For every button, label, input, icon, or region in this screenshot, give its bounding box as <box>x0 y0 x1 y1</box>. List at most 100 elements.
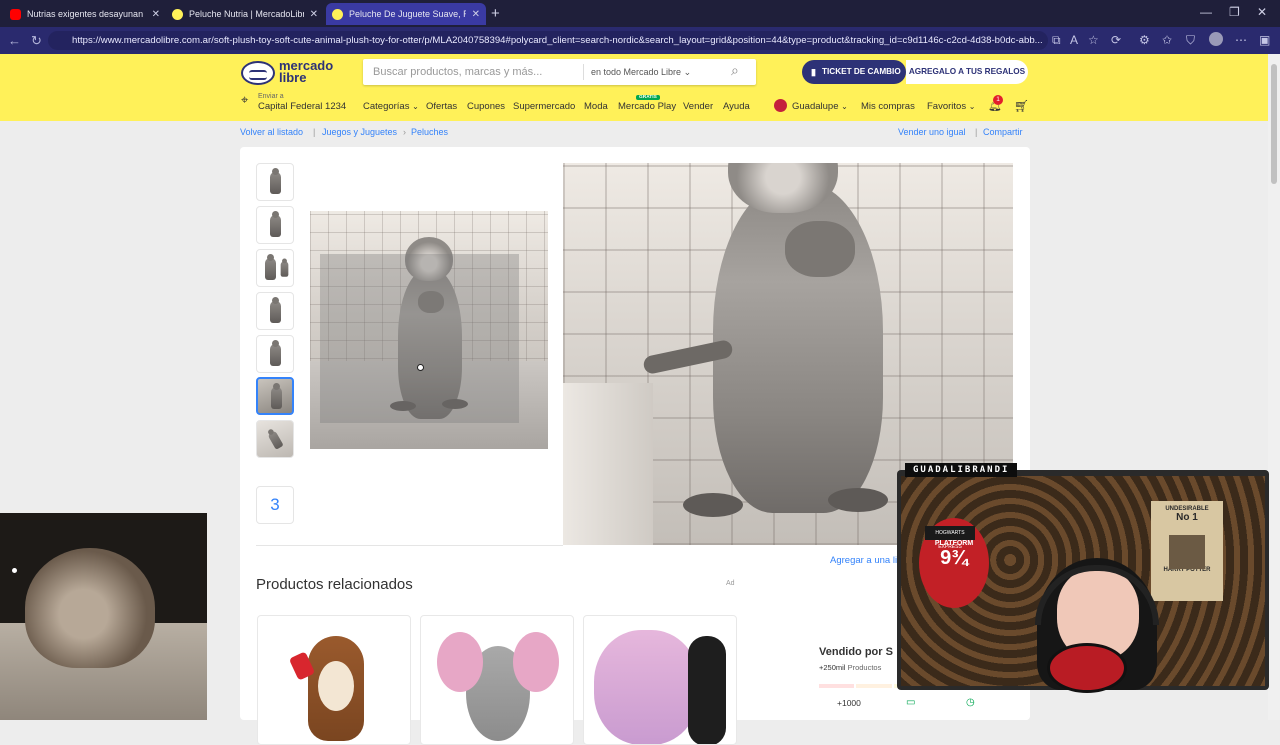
close-icon[interactable]: ✕ <box>310 9 318 20</box>
tab-title: Nutrias exigentes desayunan con <box>27 9 146 19</box>
profile-avatar-icon[interactable] <box>1209 32 1223 46</box>
search-icon[interactable]: ⌕ <box>731 62 739 79</box>
related-product-card[interactable] <box>583 615 737 745</box>
sales-stat: +1000 <box>837 698 861 708</box>
nav-vender[interactable]: Vender <box>683 101 713 112</box>
page-scrollbar[interactable] <box>1268 54 1280 720</box>
back-to-list-link[interactable]: Volver al listado <box>240 127 303 137</box>
gratis-badge: GRATIS <box>636 95 660 100</box>
close-icon[interactable]: ✕ <box>472 9 480 20</box>
plush-belly <box>318 661 354 711</box>
youtube-icon <box>10 8 21 20</box>
nav-supermercado[interactable]: Supermercado <box>513 101 575 112</box>
new-tab-button[interactable]: + <box>491 5 500 22</box>
search-scope-select[interactable]: en todo Mercado Libre ⌄ <box>591 67 691 78</box>
tab-youtube[interactable]: Nutrias exigentes desayunan con ✕ <box>4 3 166 25</box>
mercadolibre-logo[interactable]: mercado libre <box>241 59 336 89</box>
streamer-cam-overlay: PLATFORM 9¾ HOGWARTS EXPRESS UNDESIRABLE… <box>897 463 1269 693</box>
sales-count: +250mil <box>819 663 846 672</box>
nav-moda[interactable]: Moda <box>584 101 608 112</box>
location-value: Capital Federal 1234 <box>258 101 347 112</box>
extension-icon[interactable]: ⧉ <box>1052 33 1061 48</box>
nav-cupones[interactable]: Cupones <box>467 101 505 112</box>
close-icon[interactable]: ✕ <box>152 9 160 20</box>
nav-ofertas[interactable]: Ofertas <box>426 101 457 112</box>
favorites-bar-icon[interactable]: ✩ <box>1162 33 1172 47</box>
rep-segment <box>856 684 892 688</box>
refresh-extension-icon[interactable]: ⟳ <box>1111 33 1121 47</box>
main-product-image[interactable] <box>310 211 548 449</box>
nav-ayuda[interactable]: Ayuda <box>723 101 750 112</box>
nav-mercado-play[interactable]: Mercado Play <box>618 101 676 112</box>
agregalo-regalos-button[interactable]: AGREGALO A TUS REGALOS <box>906 60 1028 84</box>
search-input[interactable]: Buscar productos, marcas y más... <box>373 66 542 78</box>
minimize-icon[interactable]: — <box>1200 5 1212 19</box>
agregar-lista-link[interactable]: Agregar a una lis <box>830 555 902 566</box>
gallery-thumbnail-selected[interactable] <box>256 377 294 415</box>
clock-icon: ◷ <box>966 697 975 708</box>
close-window-icon[interactable]: ✕ <box>1257 5 1267 19</box>
cart-icon[interactable]: 🛒︎ <box>1014 99 1029 113</box>
url-field[interactable]: https://www.mercadolibre.com.ar/soft-plu… <box>48 31 1048 50</box>
gallery-thumbnail[interactable] <box>256 249 294 287</box>
breadcrumb-juegos[interactable]: Juegos y Juguetes <box>322 127 397 137</box>
tab-product-active[interactable]: Peluche De Juguete Suave, Regalo ✕ <box>326 3 486 25</box>
tab-mercadolibre-search[interactable]: Peluche Nutria | MercadoLibre 📦 ✕ <box>166 3 324 25</box>
otter-video-overlay <box>0 513 207 720</box>
related-product-card[interactable] <box>420 615 574 745</box>
favorite-star-icon[interactable]: ☆ <box>1088 33 1099 47</box>
chevron-down-icon: ⌄ <box>683 67 692 77</box>
breadcrumb-divider: | <box>313 127 316 137</box>
gallery-thumbnail[interactable] <box>256 163 294 201</box>
mouse-cursor <box>417 364 424 371</box>
seller-sales: +250mil Productos <box>819 663 881 672</box>
ml-header: mercado libre Buscar productos, marcas y… <box>0 54 1268 121</box>
compartir-link[interactable]: Compartir <box>983 127 1023 137</box>
gallery-thumbnail[interactable] <box>256 335 294 373</box>
gallery-thumbnail[interactable] <box>256 420 294 458</box>
scrollbar-thumb[interactable] <box>1271 64 1277 184</box>
chevron-down-icon: ⌄ <box>841 102 848 111</box>
user-avatar[interactable] <box>774 99 787 112</box>
sidebar-toggle-icon[interactable]: ▣ <box>1259 33 1270 47</box>
otter-image <box>265 254 276 280</box>
back-icon[interactable]: ← <box>8 33 21 48</box>
nav-label: Favoritos <box>927 101 967 112</box>
poster-photo <box>1169 535 1205 569</box>
plush-bear-image <box>594 630 699 744</box>
ad-label: Ad <box>726 580 735 587</box>
notification-count-badge: 1 <box>993 95 1003 105</box>
breadcrumb-peluches[interactable]: Peluches <box>411 127 448 137</box>
hogwarts-sign: HOGWARTS EXPRESS <box>925 526 975 550</box>
message-icon: ▭ <box>906 697 916 708</box>
related-product-card[interactable] <box>257 615 411 745</box>
light-dot <box>12 568 17 573</box>
gallery-thumbnail[interactable] <box>256 206 294 244</box>
more-menu-icon[interactable]: ⋯ <box>1235 33 1247 47</box>
gallery-thumbnail[interactable] <box>256 292 294 330</box>
otter-image <box>270 297 281 323</box>
puzzle-icon[interactable]: ⚙ <box>1139 33 1150 47</box>
vendido-por-label: Vendido por S <box>819 646 893 658</box>
more-images-button[interactable]: 3 <box>256 486 294 524</box>
mercadolibre-icon <box>172 8 183 20</box>
user-name: Guadalupe <box>792 101 839 112</box>
wanted-poster: UNDESIRABLE No 1 HARRY POTTER <box>1151 501 1223 601</box>
nav-categorias[interactable]: Categorías ⌄ <box>363 101 419 112</box>
shield-icon[interactable]: ⛉ <box>1186 33 1195 48</box>
read-aloud-icon[interactable]: A <box>1070 33 1078 47</box>
ticket-de-cambio-button[interactable]: TICKET DE CAMBIO <box>802 60 906 84</box>
search-box[interactable]: Buscar productos, marcas y más... en tod… <box>363 59 756 85</box>
otter-image <box>271 383 282 409</box>
reload-icon[interactable]: ↻ <box>31 33 42 49</box>
user-menu[interactable]: Guadalupe ⌄ <box>792 101 848 112</box>
url-text: https://www.mercadolibre.com.ar/soft-plu… <box>72 35 1043 46</box>
vender-uno-igual-link[interactable]: Vender uno igual <box>898 127 966 137</box>
rep-segment <box>819 684 855 688</box>
nav-label: Categorías <box>363 101 410 112</box>
mercadolibre-icon <box>332 8 343 20</box>
chevron-down-icon: ⌄ <box>412 102 419 111</box>
maximize-icon[interactable]: ❐ <box>1229 5 1240 19</box>
nav-mis-compras[interactable]: Mis compras <box>861 101 915 112</box>
nav-favoritos[interactable]: Favoritos ⌄ <box>927 101 975 112</box>
